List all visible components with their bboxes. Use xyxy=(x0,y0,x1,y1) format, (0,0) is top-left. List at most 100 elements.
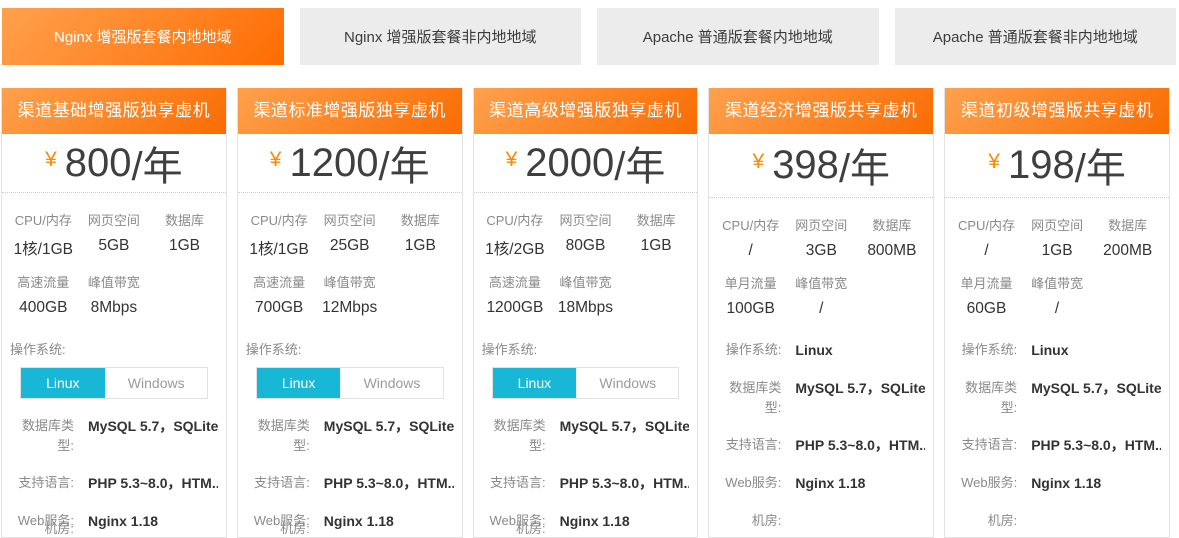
plan-card-basic: 渠道基础增强版独享虚机 ¥800/年 CPU/内存1核/1GB 网页空间5GB … xyxy=(1,88,227,538)
spec-database: 数据库800MB xyxy=(857,215,928,260)
linux-button[interactable]: Linux xyxy=(21,368,105,398)
currency-symbol: ¥ xyxy=(988,150,1000,174)
detail-languages: 支持语言:PHP 5.3~8.0，HTM... xyxy=(246,473,454,494)
detail-datacenter: 机房: xyxy=(953,511,1161,531)
spec-bandwidth: 峰值带宽12Mbps xyxy=(314,272,385,317)
detail-languages: 支持语言:PHP 5.3~8.0，HTM... xyxy=(10,473,218,494)
plan-title: 渠道标准增强版独享虚机 xyxy=(238,88,462,134)
plan-tab-bar: Nginx 增强版套餐内地地域 Nginx 增强版套餐非内地地域 Apache … xyxy=(0,0,1179,65)
spec-cpu: CPU/内存/ xyxy=(951,215,1022,260)
tab-nginx-enhanced-non-mainland[interactable]: Nginx 增强版套餐非内地地域 xyxy=(300,8,582,65)
plan-title: 渠道经济增强版共享虚机 xyxy=(709,88,933,134)
plan-card-advanced: 渠道高级增强版独享虚机 ¥2000/年 CPU/内存1核/2GB 网页空间80G… xyxy=(473,88,699,538)
price-amount: 198 xyxy=(1008,143,1075,188)
detail-list: 操作系统:Linux 数据库类型:MySQL 5.7，SQLite 支持语言:P… xyxy=(717,318,925,537)
spec-grid: CPU/内存1核/1GB 网页空间25GB 数据库1GB 高速流量700GB 峰… xyxy=(238,193,462,317)
detail-list: 数据库类型:MySQL 5.7，SQLite 支持语言:PHP 5.3~8.0，… xyxy=(10,399,218,538)
spec-webspace: 网页空间80GB xyxy=(550,210,621,259)
detail-os: 操作系统:Linux xyxy=(953,340,1161,361)
spec-traffic: 单月流量100GB xyxy=(715,273,786,318)
plan-title: 渠道高级增强版独享虚机 xyxy=(474,88,698,134)
detail-list: 数据库类型:MySQL 5.7，SQLite 支持语言:PHP 5.3~8.0，… xyxy=(482,399,690,538)
currency-symbol: ¥ xyxy=(753,150,765,174)
price-amount: 800 xyxy=(65,141,132,186)
windows-button[interactable]: Windows xyxy=(340,368,442,398)
plan-card-standard: 渠道标准增强版独享虚机 ¥1200/年 CPU/内存1核/1GB 网页空间25G… xyxy=(237,88,463,538)
tab-apache-normal-non-mainland[interactable]: Apache 普通版套餐非内地地域 xyxy=(895,8,1177,65)
spec-webspace: 网页空间25GB xyxy=(314,210,385,259)
detail-datacenter: 机房: xyxy=(717,511,925,531)
plan-price: ¥2000/年 xyxy=(474,134,698,192)
detail-languages: 支持语言:PHP 5.3~8.0，HTM... xyxy=(482,473,690,494)
os-toggle: Linux Windows xyxy=(256,367,444,399)
detail-languages: 支持语言:PHP 5.3~8.0，HTM... xyxy=(717,435,925,456)
plan-price: ¥1200/年 xyxy=(238,134,462,192)
spec-cpu: CPU/内存1核/1GB xyxy=(8,210,79,259)
detail-list: 操作系统:Linux 数据库类型:MySQL 5.7，SQLite 支持语言:P… xyxy=(953,318,1161,537)
plan-title: 渠道基础增强版独享虚机 xyxy=(2,88,226,134)
spec-webspace: 网页空间3GB xyxy=(786,215,857,260)
spec-database: 数据库200MB xyxy=(1092,215,1163,260)
plan-price: ¥800/年 xyxy=(2,134,226,192)
detail-db-type: 数据库类型:MySQL 5.7，SQLite xyxy=(953,378,1161,418)
detail-db-type: 数据库类型:MySQL 5.7，SQLite xyxy=(246,416,454,456)
price-amount: 2000 xyxy=(525,141,614,186)
spec-bandwidth: 峰值带宽8Mbps xyxy=(79,272,150,317)
detail-datacenter: 机房: xyxy=(246,519,454,538)
tab-nginx-enhanced-mainland[interactable]: Nginx 增强版套餐内地地域 xyxy=(2,8,284,65)
spec-grid: CPU/内存1核/1GB 网页空间5GB 数据库1GB 高速流量400GB 峰值… xyxy=(2,193,226,317)
spec-traffic: 高速流量700GB xyxy=(244,272,315,317)
spec-bandwidth: 峰值带宽/ xyxy=(1022,273,1093,318)
spec-database: 数据库1GB xyxy=(149,210,220,259)
detail-db-type: 数据库类型:MySQL 5.7，SQLite xyxy=(482,416,690,456)
spec-database: 数据库1GB xyxy=(385,210,456,259)
linux-button[interactable]: Linux xyxy=(493,368,577,398)
price-amount: 1200 xyxy=(289,141,378,186)
linux-button[interactable]: Linux xyxy=(257,368,341,398)
plan-price: ¥398/年 xyxy=(709,134,933,197)
spec-webspace: 网页空间1GB xyxy=(1022,215,1093,260)
spec-grid: CPU/内存/ 网页空间3GB 数据库800MB 单月流量100GB 峰值带宽/ xyxy=(709,198,933,318)
detail-db-type: 数据库类型:MySQL 5.7，SQLite xyxy=(717,378,925,418)
spec-cpu: CPU/内存1核/2GB xyxy=(480,210,551,259)
spec-cpu: CPU/内存/ xyxy=(715,215,786,260)
detail-web-server: Web服务:Nginx 1.18 xyxy=(717,473,925,494)
os-label: 操作系统: xyxy=(246,339,452,358)
spec-cpu: CPU/内存1核/1GB xyxy=(244,210,315,259)
spec-webspace: 网页空间5GB xyxy=(79,210,150,259)
price-unit: /年 xyxy=(614,134,665,192)
spec-traffic: 高速流量1200GB xyxy=(480,272,551,317)
windows-button[interactable]: Windows xyxy=(576,368,678,398)
os-label: 操作系统: xyxy=(482,339,688,358)
plan-card-economy: 渠道经济增强版共享虚机 ¥398/年 CPU/内存/ 网页空间3GB 数据库80… xyxy=(708,88,934,538)
detail-list: 数据库类型:MySQL 5.7，SQLite 支持语言:PHP 5.3~8.0，… xyxy=(246,399,454,538)
plan-cards-row: 渠道基础增强版独享虚机 ¥800/年 CPU/内存1核/1GB 网页空间5GB … xyxy=(1,88,1170,538)
detail-db-type: 数据库类型:MySQL 5.7，SQLite xyxy=(10,416,218,456)
windows-button[interactable]: Windows xyxy=(105,368,207,398)
price-unit: /年 xyxy=(839,136,890,194)
detail-languages: 支持语言:PHP 5.3~8.0，HTM... xyxy=(953,435,1161,456)
plan-card-starter: 渠道初级增强版共享虚机 ¥198/年 CPU/内存/ 网页空间1GB 数据库20… xyxy=(944,88,1170,538)
spec-grid: CPU/内存1核/2GB 网页空间80GB 数据库1GB 高速流量1200GB … xyxy=(474,193,698,317)
currency-symbol: ¥ xyxy=(45,148,57,172)
currency-symbol: ¥ xyxy=(270,148,282,172)
os-toggle: Linux Windows xyxy=(20,367,208,399)
price-unit: /年 xyxy=(378,134,429,192)
plan-title: 渠道初级增强版共享虚机 xyxy=(945,88,1169,134)
price-unit: /年 xyxy=(1075,136,1126,194)
spec-bandwidth: 峰值带宽/ xyxy=(786,273,857,318)
spec-traffic: 高速流量400GB xyxy=(8,272,79,317)
spec-database: 数据库1GB xyxy=(621,210,692,259)
detail-web-server: Web服务:Nginx 1.18 xyxy=(953,473,1161,494)
detail-datacenter: 机房: xyxy=(482,519,690,538)
plan-price: ¥198/年 xyxy=(945,134,1169,197)
spec-traffic: 单月流量60GB xyxy=(951,273,1022,318)
spec-bandwidth: 峰值带宽18Mbps xyxy=(550,272,621,317)
spec-grid: CPU/内存/ 网页空间1GB 数据库200MB 单月流量60GB 峰值带宽/ xyxy=(945,198,1169,318)
os-toggle: Linux Windows xyxy=(492,367,680,399)
detail-os: 操作系统:Linux xyxy=(717,340,925,361)
currency-symbol: ¥ xyxy=(506,148,518,172)
price-unit: /年 xyxy=(132,134,183,192)
tab-apache-normal-mainland[interactable]: Apache 普通版套餐内地地域 xyxy=(597,8,879,65)
price-amount: 398 xyxy=(772,143,839,188)
